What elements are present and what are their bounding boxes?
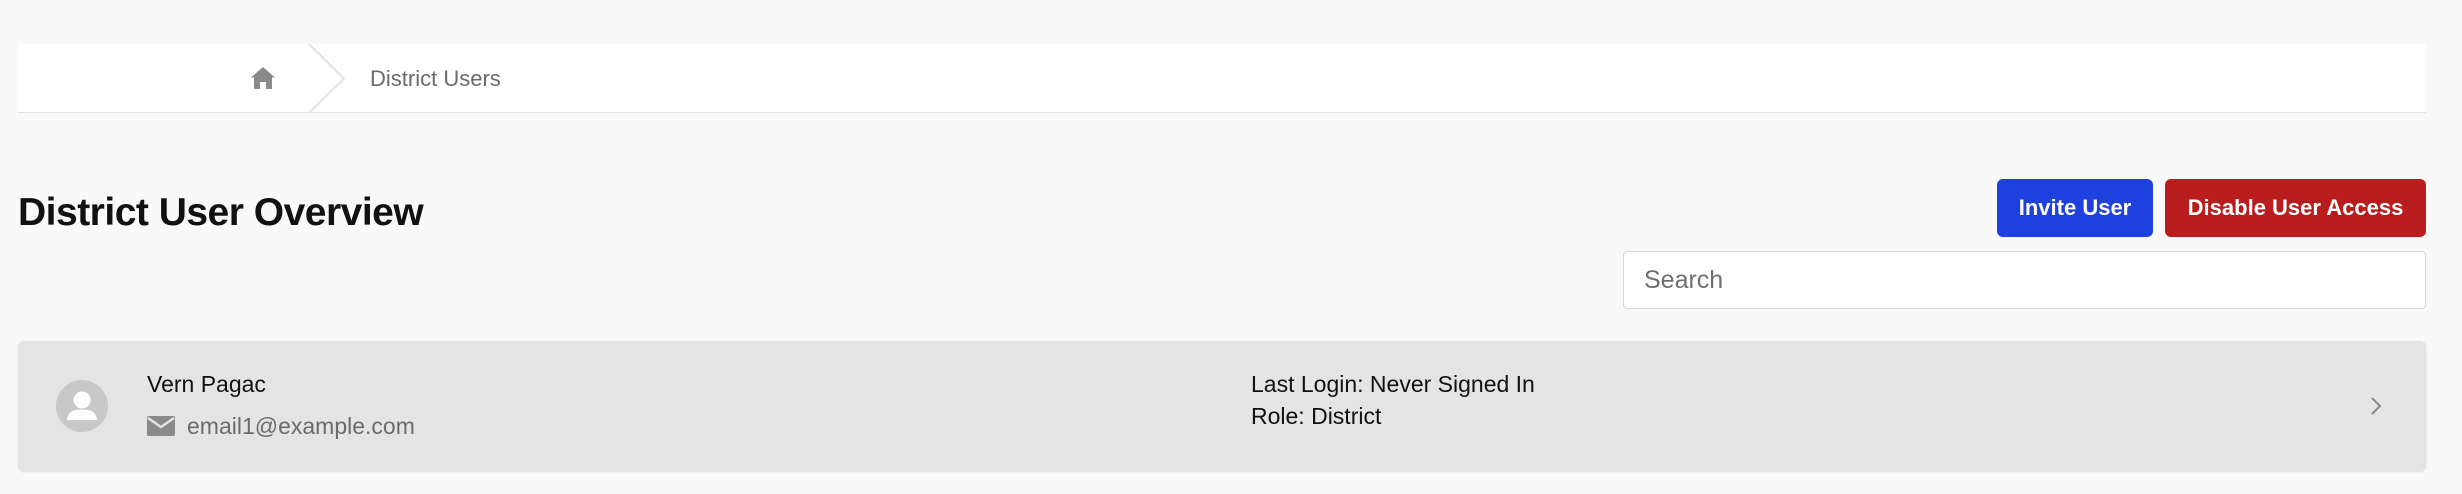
avatar (56, 380, 108, 432)
user-email-row: email1@example.com (147, 411, 415, 441)
page-title: District User Overview (18, 191, 424, 234)
user-role: Role: District (1251, 403, 1382, 429)
home-icon (251, 67, 275, 89)
user-avatar-icon (67, 391, 97, 420)
user-email: email1@example.com (187, 412, 415, 439)
invite-user-button[interactable]: Invite User (1997, 179, 2153, 237)
breadcrumb-separator (308, 44, 346, 113)
search-input[interactable] (1623, 251, 2426, 309)
user-list-item[interactable]: Vern Pagac email1@example.com Last Login… (18, 341, 2426, 471)
chevron-right-icon[interactable] (2363, 393, 2389, 419)
disable-user-access-button[interactable]: Disable User Access (2165, 179, 2426, 237)
user-name: Vern Pagac (147, 371, 266, 397)
envelope-icon (147, 416, 175, 436)
home-link[interactable] (248, 63, 278, 93)
breadcrumb-current: District Users (370, 66, 501, 91)
last-login: Last Login: Never Signed In (1251, 371, 1535, 397)
breadcrumb: District Users (18, 44, 2426, 113)
